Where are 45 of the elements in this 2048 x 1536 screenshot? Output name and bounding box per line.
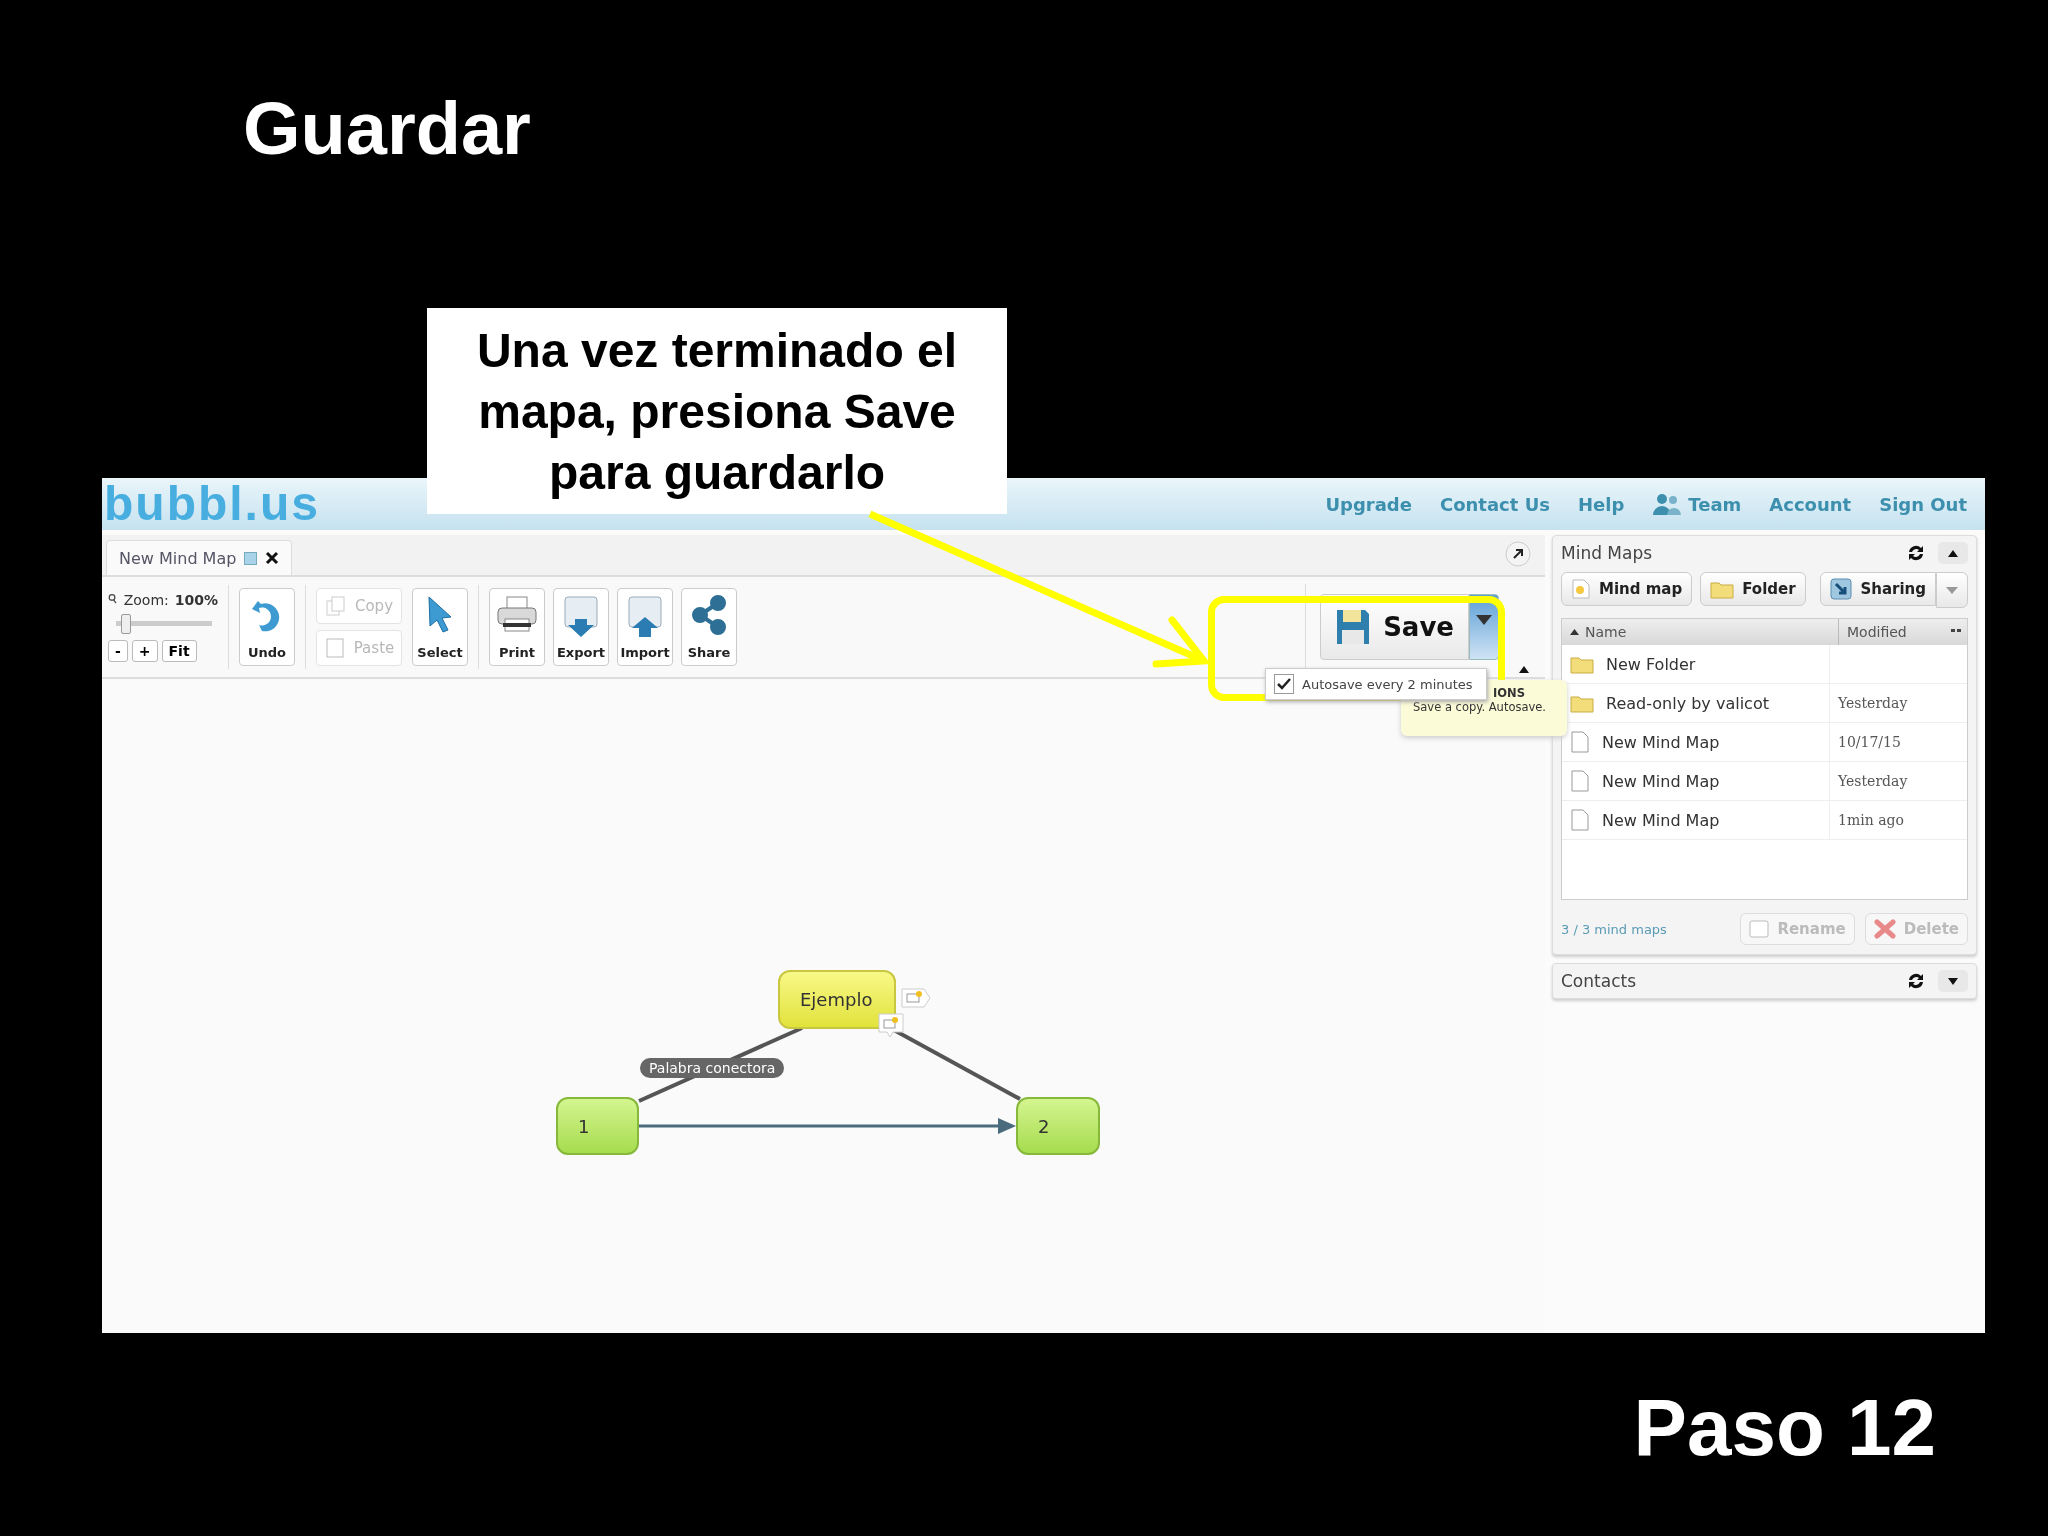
callout-box: Una vez terminado el mapa, presiona Save para guardarlo: [427, 308, 1007, 514]
document-tab[interactable]: New Mind Map: [106, 540, 293, 575]
autosave-option[interactable]: Autosave every 2 minutes: [1265, 668, 1487, 700]
column-header[interactable]: Modified: [1839, 619, 1967, 645]
file-name: Read-only by valicot: [1606, 693, 1769, 713]
file-row[interactable]: New Folder: [1562, 645, 1967, 684]
step-label: Paso 12: [1633, 1382, 1936, 1474]
print-button[interactable]: Print: [489, 588, 545, 666]
map-button[interactable]: Mind map: [1561, 572, 1693, 606]
connector-label[interactable]: Palabra conectora: [640, 1058, 785, 1078]
tooltip-title: IONS: [1493, 686, 1526, 700]
modified-date: Yesterday: [1837, 773, 1908, 789]
undo-button[interactable]: Undo: [239, 588, 295, 666]
file-name: New Folder: [1606, 654, 1696, 674]
slide-title: Guardar: [243, 86, 531, 171]
import-button[interactable]: Import: [617, 588, 673, 666]
modified-date: Yesterday: [1837, 695, 1908, 711]
modified-date: 10/17/15: [1837, 734, 1901, 750]
export-button[interactable]: Export: [553, 588, 609, 666]
mind-map-node[interactable]: 2: [1016, 1097, 1100, 1155]
zoom-button[interactable]: -: [108, 640, 128, 662]
mind-map-node[interactable]: 1: [556, 1097, 639, 1155]
file-row[interactable]: New Mind Map 1min ago: [1562, 801, 1967, 840]
sharing-button[interactable]: Sharing: [1820, 572, 1936, 606]
file-row[interactable]: New Mind Map Yesterday: [1562, 762, 1967, 801]
modified-date: 1min ago: [1837, 812, 1904, 828]
map-count: 3 / 3 mind maps: [1561, 921, 1668, 937]
column-header[interactable]: Name: [1562, 619, 1839, 645]
panel-title: Contacts: [1561, 971, 1637, 991]
share-button[interactable]: Share: [681, 588, 737, 666]
zoom-label: Zoom:: [123, 592, 169, 608]
panel-title: Mind Maps: [1561, 543, 1654, 563]
mind-map-node[interactable]: Ejemplo: [778, 970, 896, 1029]
select-button[interactable]: Select: [412, 588, 468, 666]
zoom-value: 100%: [174, 592, 218, 608]
tooltip-text: Save a copy. Autosave.: [1413, 700, 1546, 714]
file-name: New Mind Map: [1602, 810, 1720, 830]
zoom-button[interactable]: +: [131, 640, 158, 662]
folder-button[interactable]: Folder: [1700, 572, 1806, 606]
tab-label: New Mind Map: [119, 548, 237, 568]
file-name: New Mind Map: [1602, 732, 1720, 752]
autosave-label: Autosave every 2 minutes: [1302, 676, 1473, 692]
file-row[interactable]: New Mind Map 10/17/15: [1562, 723, 1967, 762]
file-name: New Mind Map: [1602, 771, 1720, 791]
zoom-button[interactable]: Fit: [161, 640, 197, 662]
